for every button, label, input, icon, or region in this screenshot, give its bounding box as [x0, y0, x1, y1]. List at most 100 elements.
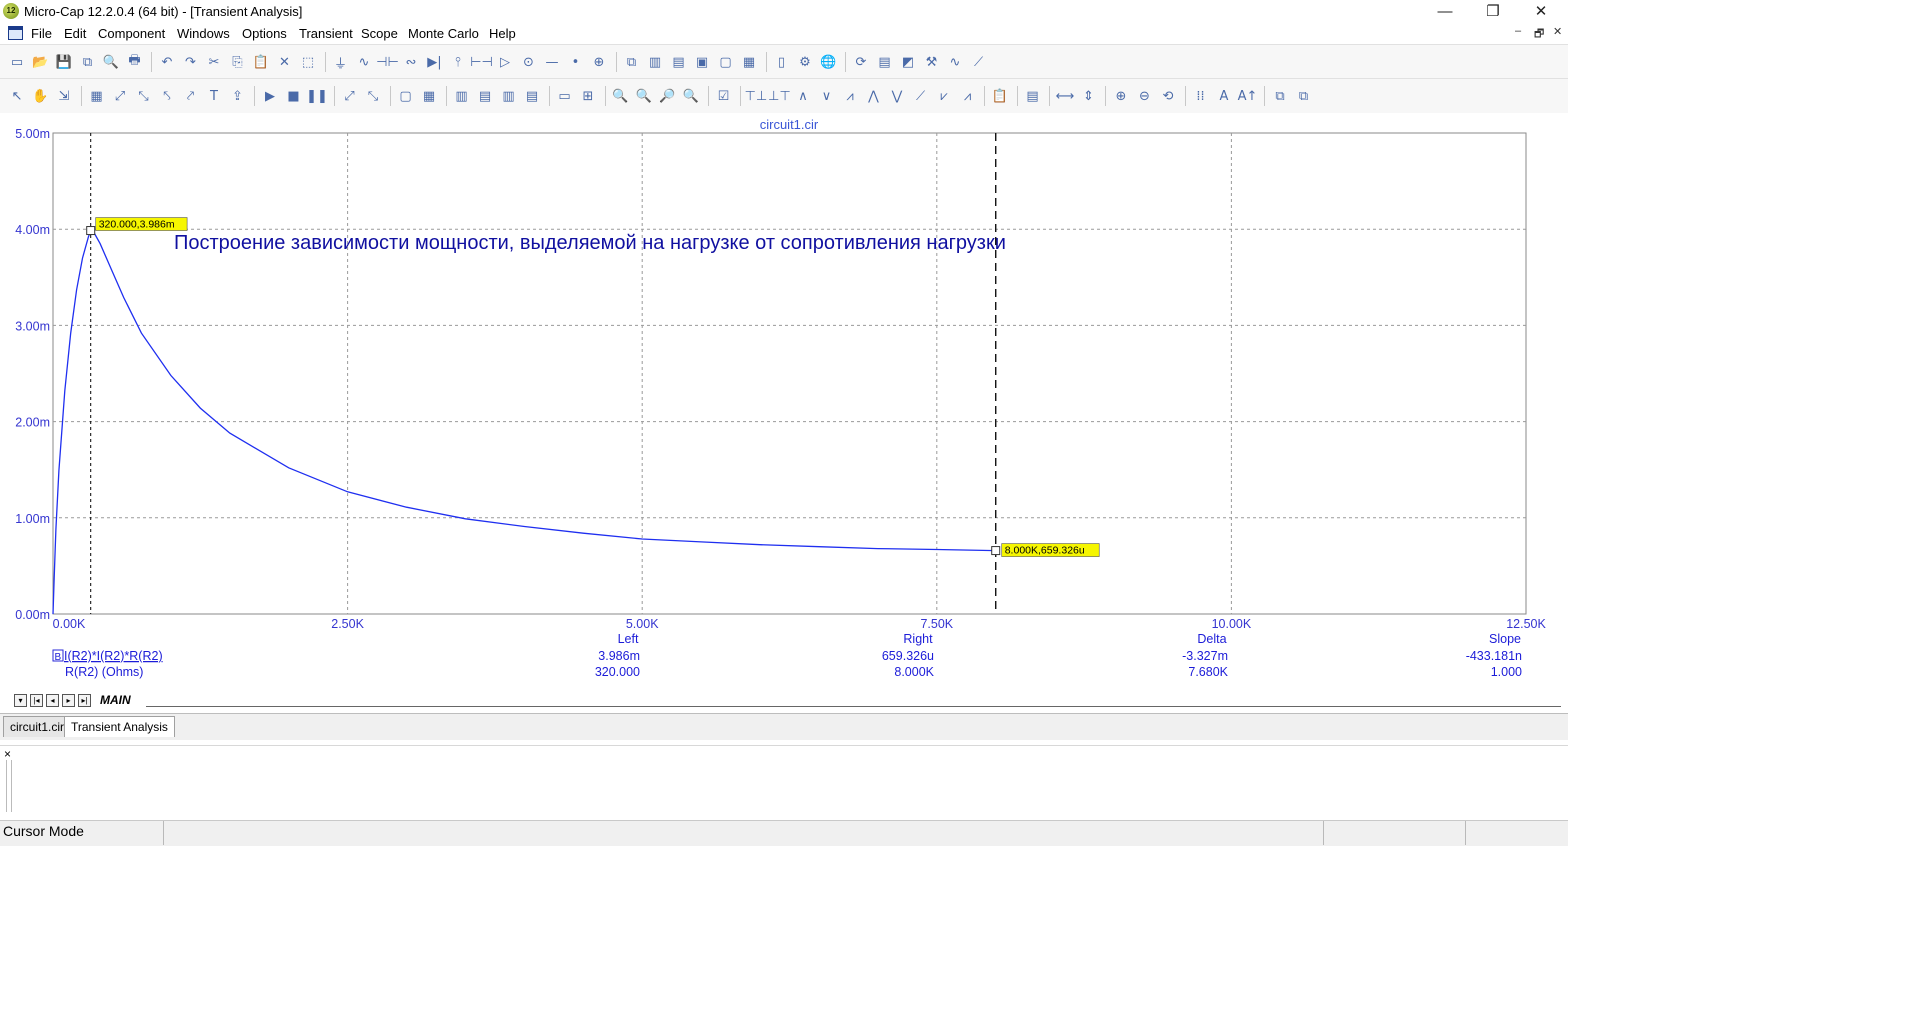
undo-icon[interactable]: ↶	[156, 52, 178, 72]
tab-circuit1[interactable]: circuit1.cir	[3, 716, 72, 737]
sheet-prev-button[interactable]: ◂	[46, 694, 59, 707]
minimize-button[interactable]: —	[1422, 0, 1468, 24]
menu-file[interactable]: File	[31, 26, 52, 41]
sheet-first-button[interactable]: |◂	[30, 694, 43, 707]
zoom-minus-icon[interactable]: ⊖	[1134, 86, 1156, 106]
pause-icon[interactable]: ❚❚	[306, 86, 328, 106]
menu-transient[interactable]: Transient	[299, 26, 353, 41]
output-close-button[interactable]: ×	[4, 747, 11, 761]
box-icon[interactable]: ▢	[395, 86, 417, 106]
inductor-icon[interactable]: ∾	[400, 52, 422, 72]
capacitor-icon[interactable]: ⊣⊢	[376, 52, 399, 72]
source-icon[interactable]: ⊙	[518, 52, 540, 72]
select-mode-icon[interactable]: ↖	[6, 86, 28, 106]
panel2-icon[interactable]: ▤	[474, 86, 496, 106]
align-icon[interactable]: ⁞⁞	[1190, 86, 1212, 106]
mdi-minimize-button[interactable]: –	[1515, 25, 1521, 37]
zoom-fit-icon[interactable]: 🔍	[610, 86, 632, 106]
text-size-icon[interactable]: A↑	[1237, 86, 1259, 106]
transistor-icon[interactable]: ⫯	[447, 52, 469, 72]
sheet-next-button[interactable]: ▸	[62, 694, 75, 707]
low-icon[interactable]: ∨	[816, 86, 838, 106]
font-icon[interactable]: A	[1213, 86, 1235, 106]
tag-icon[interactable]: ⩗	[933, 86, 955, 106]
point-tag-icon[interactable]: ⩘	[957, 86, 979, 106]
global-low-icon[interactable]: ⋁	[886, 86, 908, 106]
notes-icon[interactable]: ▤	[1022, 86, 1044, 106]
document-window-icon[interactable]	[8, 26, 23, 40]
menu-help[interactable]: Help	[489, 26, 516, 41]
transient-plot[interactable]: 0.00K 2.50K 5.00K 7.50K 10.00K 12.50K 0.00m 1.0…	[0, 113, 1568, 690]
scale-icon[interactable]: ⟷	[1054, 86, 1076, 106]
zoom-out-icon[interactable]: 🔍	[680, 86, 702, 106]
cursor-right-icon[interactable]: ⤡	[362, 86, 384, 106]
limits-icon[interactable]: ⟋	[968, 52, 990, 72]
info-icon[interactable]: ⇲	[53, 86, 75, 106]
page-icon[interactable]: ▯	[771, 52, 793, 72]
global-high-icon[interactable]: ⋀	[863, 86, 885, 106]
paste-icon[interactable]: 📋	[250, 52, 272, 72]
paste-plot-icon[interactable]: ⧉	[1293, 86, 1315, 106]
tile-horizontal-icon[interactable]: ▤	[668, 52, 690, 72]
menu-windows[interactable]: Windows	[177, 26, 230, 41]
print-icon[interactable]: 🖶	[124, 52, 146, 72]
delete-icon[interactable]: ✕	[274, 52, 296, 72]
valley-icon[interactable]: ⊥⊤	[768, 86, 791, 106]
tab-transient-analysis[interactable]: Transient Analysis	[64, 716, 175, 737]
slope-icon[interactable]: ⟋	[910, 86, 932, 106]
model-icon[interactable]: ◩	[897, 52, 919, 72]
scope-c-icon[interactable]: ⤣	[156, 86, 178, 106]
output-grip[interactable]	[6, 760, 12, 812]
resistor-icon[interactable]: ∿	[353, 52, 375, 72]
panel3-icon[interactable]: ▥	[498, 86, 520, 106]
diode-icon[interactable]: ▶|	[424, 52, 446, 72]
menu-component[interactable]: Component	[98, 26, 165, 41]
numbers-icon[interactable]: ⇕	[1078, 86, 1100, 106]
menu-scope[interactable]: Scope	[361, 26, 398, 41]
grid-icon[interactable]: ▦	[418, 86, 440, 106]
calculator-icon[interactable]: ▦	[738, 52, 760, 72]
panel4-icon[interactable]: ▤	[521, 86, 543, 106]
close-button[interactable]: ✕	[1518, 0, 1564, 24]
new-icon[interactable]: ▭	[6, 52, 28, 72]
probe-icon[interactable]: ⊕	[588, 52, 610, 72]
text-tool-icon[interactable]: T	[203, 86, 225, 106]
menu-monte-carlo[interactable]: Monte Carlo	[408, 26, 479, 41]
copy-icon[interactable]: ⎘	[227, 52, 249, 72]
restore-icon[interactable]: ▣	[691, 52, 713, 72]
mdi-close-button[interactable]: ✕	[1553, 25, 1562, 38]
zoom-in-icon[interactable]: ⊕	[1110, 86, 1132, 106]
sheet-menu-button[interactable]: ▾	[14, 694, 27, 707]
print-preview-icon[interactable]: 🔍	[100, 52, 122, 72]
scope-a-icon[interactable]: ⤢	[109, 86, 131, 106]
tile-vertical-icon[interactable]: ▥	[644, 52, 666, 72]
cut-icon[interactable]: ✂	[203, 52, 225, 72]
cursor-left-icon[interactable]: ⤢	[339, 86, 361, 106]
select-all-icon[interactable]: ⬚	[297, 52, 319, 72]
sheet-last-button[interactable]: ▸|	[78, 694, 91, 707]
zoom-area-icon[interactable]: 🔍	[633, 86, 655, 106]
battery-icon[interactable]: ⊢⊣	[470, 52, 493, 72]
redo-icon[interactable]: ↷	[180, 52, 202, 72]
peak-icon[interactable]: ⊤⊥	[745, 86, 768, 106]
maximize-button[interactable]: ❐	[1470, 0, 1516, 24]
globe-icon[interactable]: 🌐	[818, 52, 840, 72]
analysis-icon[interactable]: ∿	[944, 52, 966, 72]
inflection-icon[interactable]: ⩘	[839, 86, 861, 106]
zoom-back-icon[interactable]: ⟲	[1157, 86, 1179, 106]
save-icon[interactable]: 💾	[53, 52, 75, 72]
properties-icon[interactable]: ☑	[713, 86, 735, 106]
readout-row-label[interactable]: I(R2)*I(R2)*R(R2)	[64, 649, 163, 663]
component-editor-icon[interactable]: ⚙	[794, 52, 816, 72]
cursor-marker-left[interactable]	[86, 226, 96, 236]
hline-icon[interactable]: ▭	[554, 86, 576, 106]
panel1-icon[interactable]: ▥	[451, 86, 473, 106]
node-icon[interactable]: •	[565, 52, 587, 72]
export-icon[interactable]: ⇪	[227, 86, 249, 106]
wire-icon[interactable]: —	[541, 52, 563, 72]
sheet-tab-main[interactable]: MAIN	[100, 693, 131, 707]
clipboard-icon[interactable]: 📋	[989, 86, 1011, 106]
cross-icon[interactable]: ⊞	[577, 86, 599, 106]
opamp-icon[interactable]: ▷	[494, 52, 516, 72]
pan-icon[interactable]: ✋	[30, 86, 52, 106]
